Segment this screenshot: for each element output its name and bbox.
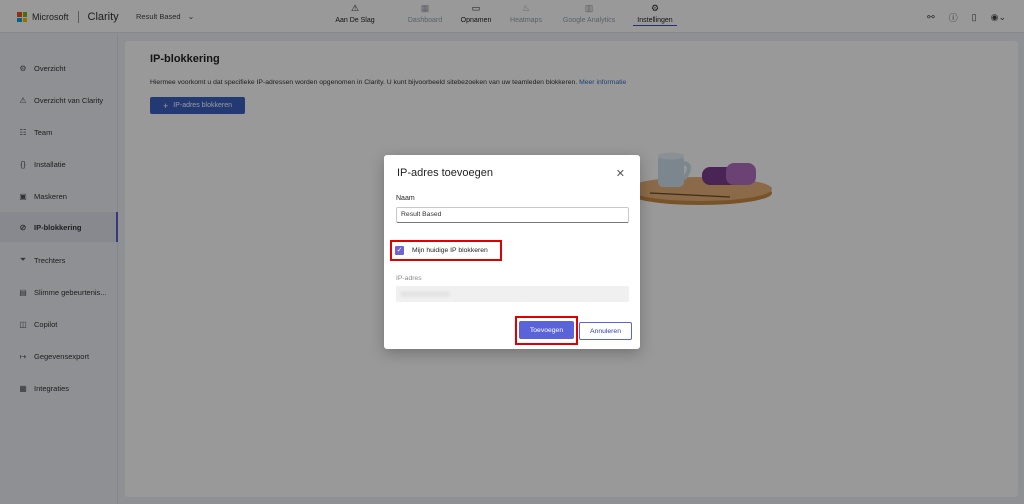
- dialog-title: IP-adres toevoegen: [397, 167, 494, 179]
- cancel-button[interactable]: Annuleren: [579, 322, 632, 340]
- block-current-ip-option: ✓ Mijn huidige IP blokkeren: [390, 240, 502, 261]
- ip-address-label: IP-adres: [396, 275, 422, 282]
- close-icon[interactable]: ✕: [616, 167, 625, 180]
- name-input[interactable]: Result Based: [396, 207, 629, 223]
- block-current-ip-checkbox[interactable]: ✓: [395, 246, 404, 255]
- add-ip-dialog: IP-adres toevoegen ✕ Naam Result Based ✓…: [384, 155, 640, 349]
- checkbox-label: Mijn huidige IP blokkeren: [412, 247, 488, 254]
- blurred-ip-value: [400, 291, 450, 297]
- name-label: Naam: [396, 195, 415, 202]
- add-button-highlight: Toevoegen: [515, 316, 578, 345]
- ip-address-input[interactable]: [396, 286, 629, 302]
- add-button[interactable]: Toevoegen: [519, 321, 574, 339]
